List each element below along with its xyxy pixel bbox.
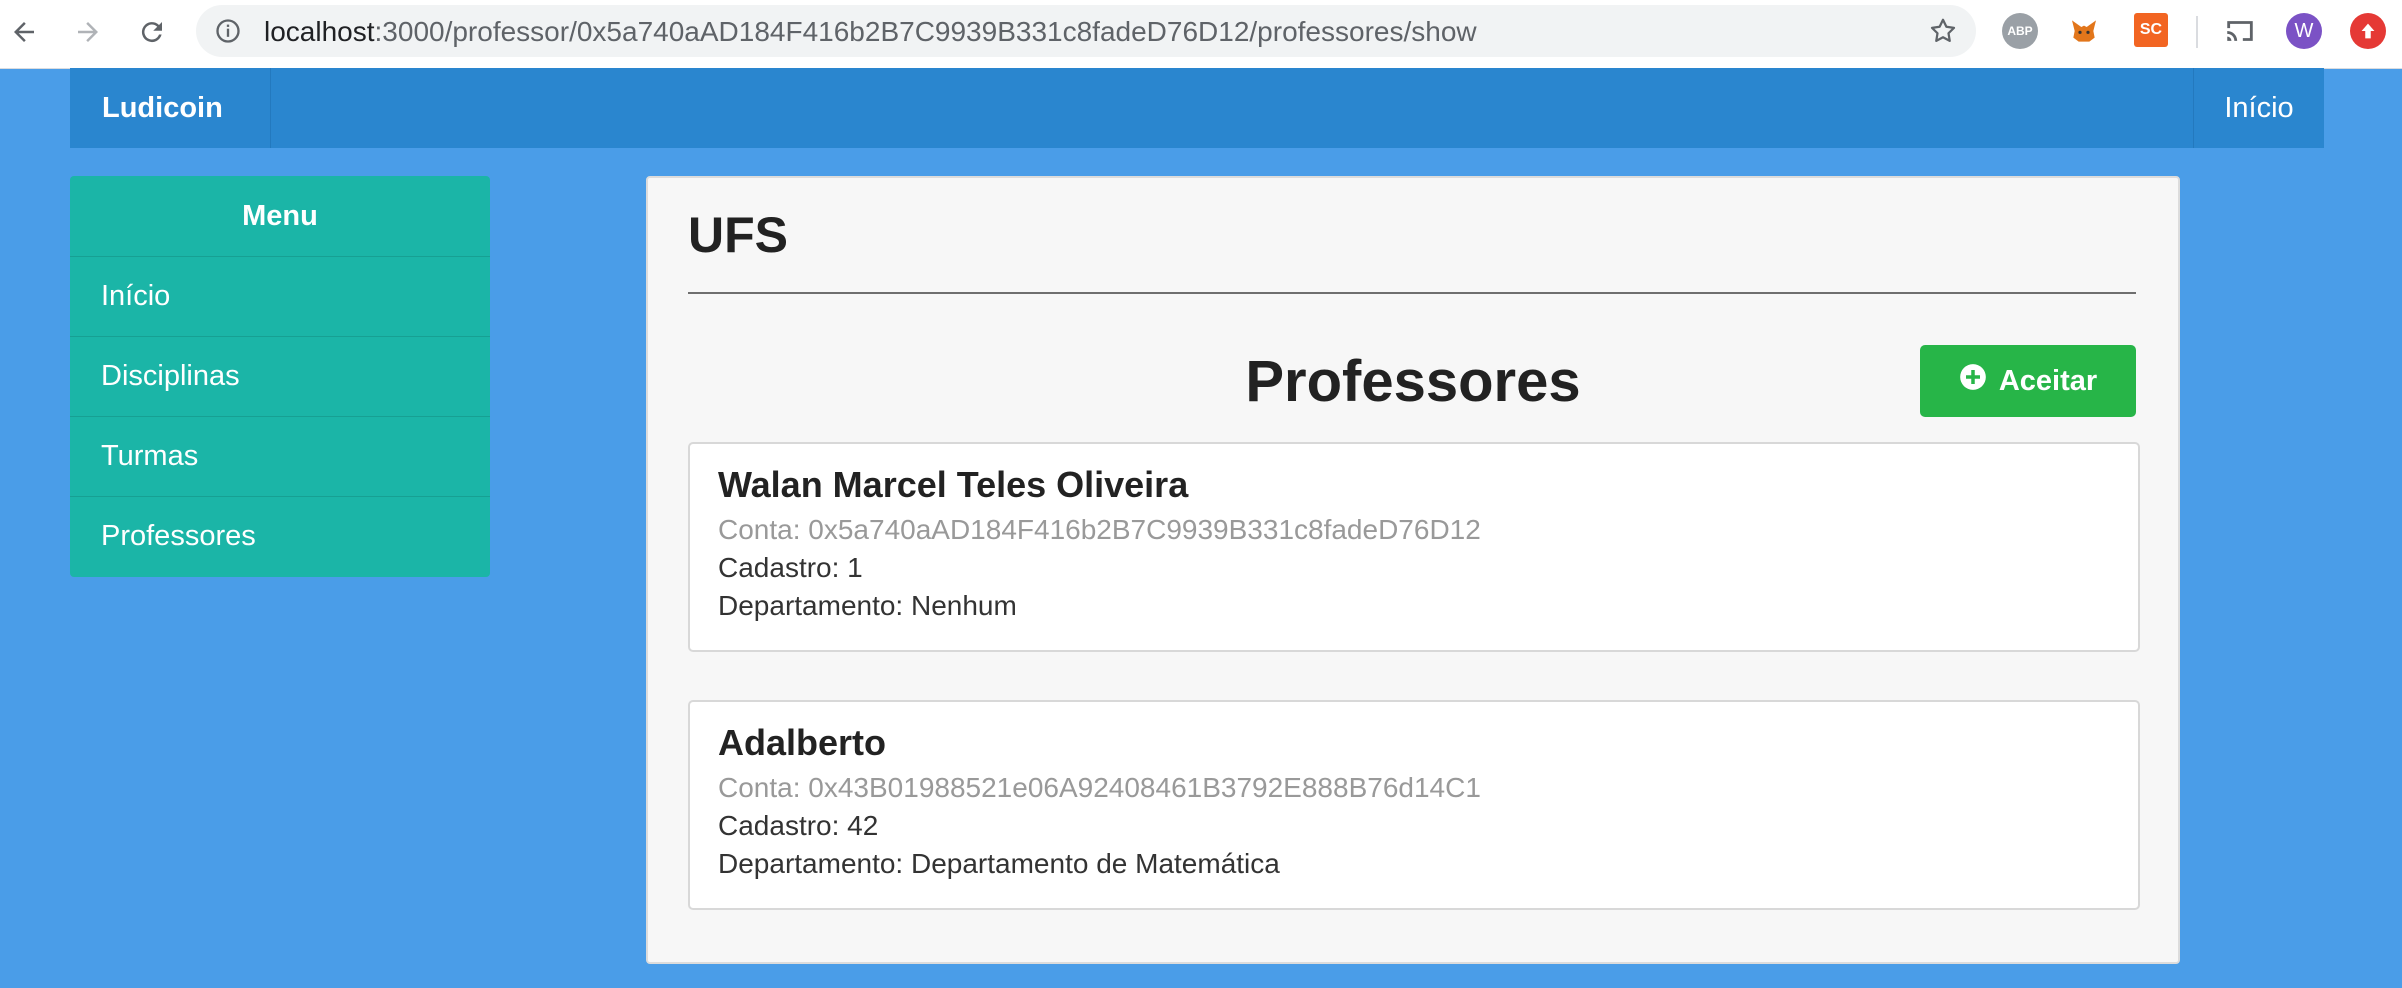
update-icon[interactable]: [2350, 13, 2386, 49]
professor-account: Conta: 0x5a740aAD184F416b2B7C9939B331c8f…: [718, 514, 1481, 545]
accept-button[interactable]: Aceitar: [1920, 345, 2136, 417]
bookmark-star-icon[interactable]: [1928, 16, 1958, 51]
toolbar-divider: [2196, 16, 2198, 48]
url-path: :3000/professor/0x5a740aAD184F416b2B7C99…: [374, 16, 1477, 47]
top-navbar: Ludicoin Início: [70, 68, 2324, 148]
nav-home-link[interactable]: Início: [2193, 68, 2324, 148]
metamask-fox-icon[interactable]: [2066, 13, 2102, 49]
professor-department: Departamento: Departamento de Matemática: [718, 848, 1280, 879]
forward-icon[interactable]: [66, 10, 110, 54]
professor-name: Adalberto: [718, 722, 887, 763]
url-text: localhost:3000/professor/0x5a740aAD184F4…: [264, 17, 1477, 47]
professor-card: Walan Marcel Teles Oliveira Conta: 0x5a7…: [688, 442, 2140, 652]
title-divider: [688, 292, 2136, 294]
browser-toolbar: localhost:3000/professor/0x5a740aAD184F4…: [0, 0, 2402, 69]
professor-registration: Cadastro: 42: [718, 810, 879, 841]
sidebar-item-professores[interactable]: Professores: [70, 497, 490, 577]
menu-title: Menu: [70, 176, 490, 257]
sc-extension-icon[interactable]: SC: [2134, 13, 2168, 47]
info-icon[interactable]: [214, 17, 242, 50]
profile-avatar[interactable]: W: [2286, 13, 2322, 49]
sidebar-item-turmas[interactable]: Turmas: [70, 417, 490, 497]
reload-icon[interactable]: [130, 10, 174, 54]
main-panel: UFS Professores Aceitar Walan Marcel Tel…: [646, 176, 2180, 964]
professor-department: Departamento: Nenhum: [718, 590, 1017, 621]
professor-card: Adalberto Conta: 0x43B01988521e06A924084…: [688, 700, 2140, 910]
address-bar[interactable]: localhost:3000/professor/0x5a740aAD184F4…: [196, 5, 1976, 57]
sidebar-item-inicio[interactable]: Início: [70, 257, 490, 337]
sidebar-item-disciplinas[interactable]: Disciplinas: [70, 337, 490, 417]
cast-icon[interactable]: [2222, 13, 2258, 49]
adblock-icon[interactable]: ABP: [2002, 13, 2038, 49]
sidebar-menu: Menu Início Disciplinas Turmas Professor…: [70, 176, 490, 577]
professor-account: Conta: 0x43B01988521e06A92408461B3792E88…: [718, 772, 1481, 803]
brand-link[interactable]: Ludicoin: [70, 68, 271, 148]
page-title: UFS: [688, 207, 788, 263]
back-icon[interactable]: [2, 10, 46, 54]
plus-circle-icon: [1959, 363, 1987, 399]
professor-name: Walan Marcel Teles Oliveira: [718, 464, 1189, 505]
professor-registration: Cadastro: 1: [718, 552, 863, 583]
url-host: localhost: [264, 16, 375, 47]
accept-button-label: Aceitar: [1998, 364, 2098, 397]
